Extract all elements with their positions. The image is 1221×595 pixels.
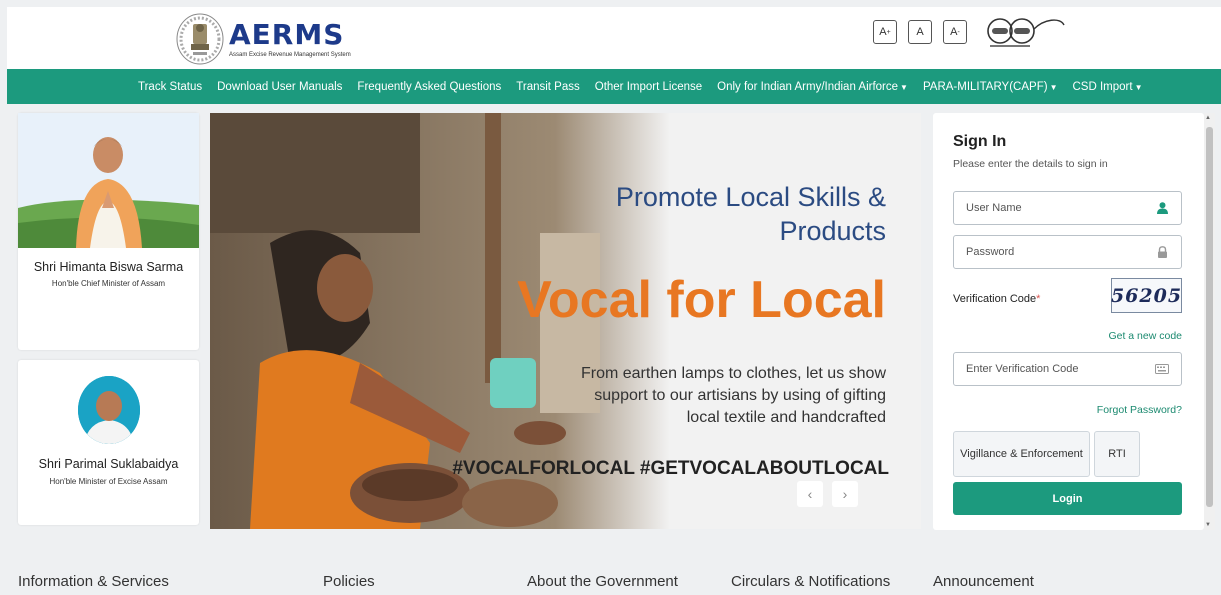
captcha-image: 56205 [1111,278,1182,313]
password-field[interactable]: Password [953,235,1182,269]
nav-paramilitary-dropdown[interactable]: PARA-MILITARY(CAPF) ▼ [923,81,1058,93]
site-header: AERMS Assam Excise Revenue Management Sy… [7,7,1221,69]
sign-in-panel: Sign In Please enter the details to sign… [933,113,1204,530]
carousel-prev-button[interactable]: ‹ [797,481,823,507]
sign-in-scrollbar[interactable]: ▲ ▼ [1204,113,1215,530]
nav-army-airforce-dropdown[interactable]: Only for Indian Army/Indian Airforce ▼ [717,81,908,93]
footer-policies[interactable]: Policies [323,573,375,590]
keyboard-icon [1155,362,1169,376]
scroll-up-icon[interactable]: ▲ [1205,115,1211,121]
swachh-bharat-logo-icon [987,18,1065,47]
main-navigation: Track Status Download User Manuals Frequ… [7,69,1221,104]
logo-wordmark: AERMS [229,18,345,51]
logo-subtitle: Assam Excise Revenue Management System [229,52,351,58]
caret-down-icon: ▼ [1134,82,1143,92]
font-increase-button[interactable]: A + [873,20,897,44]
user-icon [1155,201,1169,215]
verification-code-field[interactable]: Enter Verification Code [953,352,1182,386]
chief-minister-photo [18,113,199,248]
chief-minister-role: Hon'ble Chief Minister of Assam [51,279,166,288]
caret-down-icon: ▼ [900,82,908,92]
chevron-right-icon: › [842,486,848,502]
login-button[interactable]: Login [953,482,1182,515]
verification-code-placeholder: Enter Verification Code [966,363,1079,375]
footer-information-services[interactable]: Information & Services [18,573,169,590]
rti-button[interactable]: RTI [1094,431,1140,477]
excise-minister-photo [78,376,140,444]
chief-minister-card: Shri Himanta Biswa Sarma Hon'ble Chief M… [18,113,199,350]
caret-down-icon: ▼ [1049,82,1058,92]
banner-big-text: Vocal for Local [517,271,886,329]
nav-other-import-license[interactable]: Other Import License [595,81,702,93]
nav-csd-import-dropdown[interactable]: CSD Import ▼ [1072,81,1142,93]
vigilance-enforcement-button[interactable]: Vigillance & Enforcement [953,431,1090,477]
hero-carousel: Promote Local Skills & Products Vocal fo… [210,113,921,529]
lock-icon [1155,245,1169,259]
nav-transit-pass[interactable]: Transit Pass [516,81,579,93]
nav-download-manuals[interactable]: Download User Manuals [217,81,342,93]
nav-faq[interactable]: Frequently Asked Questions [357,81,501,93]
footer-announcement[interactable]: Announcement [933,573,1034,590]
footer-about-government[interactable]: About the Government [527,573,678,590]
nav-track-status[interactable]: Track Status [138,81,202,93]
excise-minister-card: Shri Parimal Suklabaidya Hon'ble Ministe… [18,360,199,525]
forgot-password-link[interactable]: Forgot Password? [1097,404,1182,416]
username-placeholder: User Name [966,202,1022,214]
verification-code-label: Verification Code* [953,293,1041,305]
carousel-next-button[interactable]: › [832,481,858,507]
font-normal-button[interactable]: A [908,20,932,44]
excise-minister-name: Shri Parimal Suklabaidya [38,457,179,471]
banner-hashtags: #VOCALFORLOCAL #GETVOCALABOUTLOCAL [452,458,889,479]
username-field[interactable]: User Name [953,191,1182,225]
excise-minister-role: Hon'ble Minister of Excise Assam [49,477,168,486]
site-logo[interactable]: AERMS Assam Excise Revenue Management Sy… [175,12,351,66]
font-decrease-button[interactable]: A- [943,20,967,44]
scroll-down-icon[interactable]: ▼ [1205,522,1211,528]
chevron-left-icon: ‹ [807,486,813,502]
sign-in-subtitle: Please enter the details to sign in [953,158,1108,170]
sign-in-title: Sign In [953,133,1007,150]
banner-body-text: From earthen lamps to clothes, let us sh… [580,365,886,426]
chief-minister-name: Shri Himanta Biswa Sarma [33,260,184,274]
banner-headline: Promote Local Skills & Products [615,182,886,246]
password-placeholder: Password [966,246,1015,258]
footer-circulars-notifications[interactable]: Circulars & Notifications [731,573,890,590]
state-emblem-icon [176,13,224,65]
scroll-thumb[interactable] [1206,127,1213,507]
get-new-code-link[interactable]: Get a new code [1108,330,1182,342]
font-size-controls: A + A A- [873,20,967,44]
